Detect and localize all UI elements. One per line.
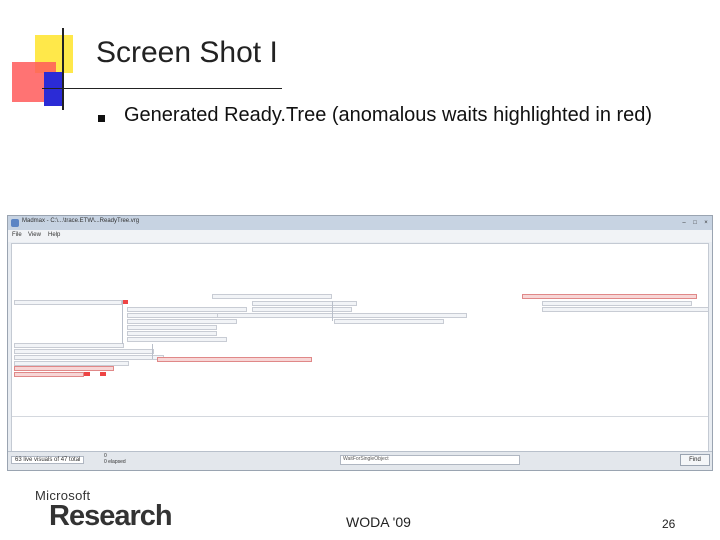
anomaly-marker: [84, 372, 90, 376]
window-titlebar: Madmax - C:\...\trace.ETW\...ReadyTree.v…: [8, 216, 712, 231]
elapsed-readout: 0 0 elapsed: [104, 453, 126, 465]
decor-vertical-line: [62, 28, 64, 110]
menu-help[interactable]: Help: [48, 232, 60, 238]
find-button[interactable]: Find: [680, 454, 710, 466]
ready-tree-canvas[interactable]: [11, 243, 709, 453]
menu-file[interactable]: File: [12, 232, 22, 238]
tree-node[interactable]: [217, 313, 467, 318]
status-bar: 63 live visuals of 47 total 0 0 elapsed …: [8, 451, 712, 470]
tree-connector: [152, 344, 153, 359]
status-visuals-count: 63 live visuals of 47 total: [11, 456, 85, 464]
tree-node-anomalous[interactable]: [157, 357, 312, 362]
bullet-square-icon: [98, 115, 105, 122]
tree-node[interactable]: [127, 337, 227, 342]
anomaly-marker: [100, 372, 106, 376]
close-button[interactable]: ×: [702, 219, 710, 227]
tree-node[interactable]: [127, 307, 247, 312]
bullet-text: Generated Ready.Tree (anomalous waits hi…: [124, 104, 653, 126]
decor-horizontal-line: [42, 88, 282, 89]
tree-node[interactable]: [14, 349, 154, 354]
maximize-button[interactable]: □: [691, 219, 699, 227]
tree-node[interactable]: [542, 307, 708, 312]
footer-conference: WODA '09: [346, 514, 411, 530]
slide-title: Screen Shot I: [96, 36, 278, 69]
elapsed-line-2: 0 elapsed: [104, 459, 126, 465]
logo-research: Research: [49, 500, 173, 532]
tree-node-anomalous[interactable]: [14, 372, 84, 377]
find-input[interactable]: WaitForSingleObject: [340, 455, 520, 465]
tree-node[interactable]: [127, 319, 237, 324]
tree-node[interactable]: [542, 301, 692, 306]
minimize-button[interactable]: –: [680, 219, 688, 227]
menu-view[interactable]: View: [28, 232, 41, 238]
tree-node[interactable]: [127, 325, 217, 330]
time-axis: [12, 416, 708, 417]
tree-node[interactable]: [14, 355, 164, 360]
tree-node[interactable]: [14, 300, 122, 305]
tree-node[interactable]: [14, 343, 124, 348]
app-icon: [11, 219, 19, 227]
tree-connector: [122, 300, 123, 344]
tree-node[interactable]: [127, 331, 217, 336]
app-window: Madmax - C:\...\trace.ETW\...ReadyTree.v…: [7, 215, 713, 471]
tree-node[interactable]: [334, 319, 444, 324]
tree-node[interactable]: [212, 294, 332, 299]
tree-node[interactable]: [252, 301, 357, 306]
decor-blue-bar: [44, 72, 62, 106]
tree-node-anomalous[interactable]: [14, 366, 114, 371]
menu-bar: File View Help: [8, 230, 712, 242]
microsoft-research-logo: Microsoft Research: [35, 488, 173, 532]
tree-node-anomalous[interactable]: [522, 294, 697, 299]
tree-node[interactable]: [252, 307, 352, 312]
page-number: 26: [662, 517, 676, 531]
tree-connector: [332, 301, 333, 321]
window-title: Madmax - C:\...\trace.ETW\...ReadyTree.v…: [22, 218, 140, 224]
